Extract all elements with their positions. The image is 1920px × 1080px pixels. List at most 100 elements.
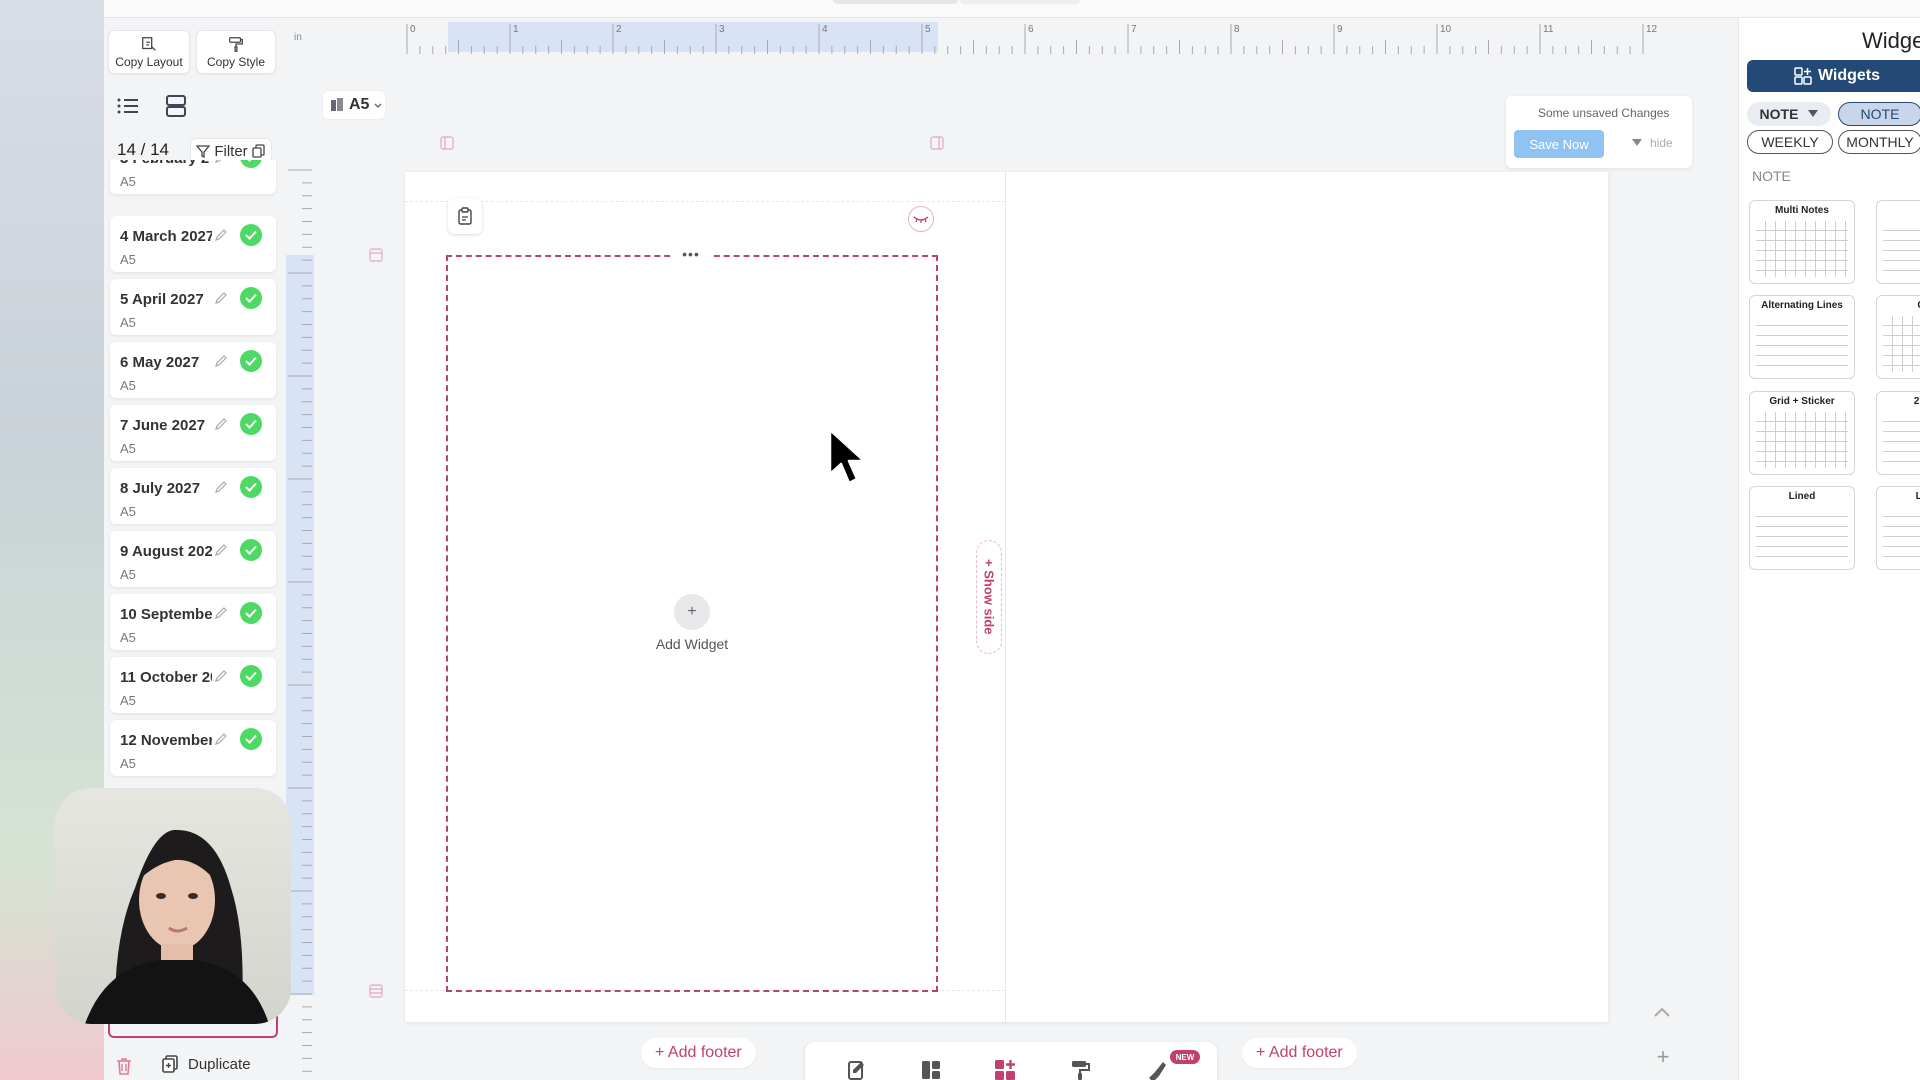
page-card[interactable]: 5 April 2027 A5 (110, 279, 276, 335)
list-icon (117, 98, 138, 114)
column-right-icon (930, 136, 944, 150)
paste-button[interactable] (448, 198, 482, 234)
save-now-button[interactable]: Save Now (1514, 130, 1604, 158)
header-layout-icon (369, 248, 383, 262)
copy-layout-icon (142, 37, 156, 51)
unsaved-changes-text: Some unsaved Changes (1538, 106, 1670, 120)
check-icon (240, 350, 262, 372)
add-page-button[interactable]: + (1652, 1044, 1674, 1069)
pencil-icon[interactable] (214, 291, 228, 305)
page-card[interactable]: 8 July 2027 A5 (110, 468, 276, 524)
hide-header-button[interactable] (908, 206, 934, 232)
delete-page-button[interactable] (114, 1056, 134, 1076)
widget-template-card[interactable]: Grap (1876, 295, 1920, 379)
horizontal-ruler: 0 1 2 3 4 5 6 7 8 9 10 11 12 (406, 24, 1658, 54)
pencil-icon[interactable] (214, 354, 228, 368)
webcam-overlay (55, 788, 291, 1024)
category-select[interactable]: NOTE (1747, 102, 1831, 126)
page-card[interactable]: 4 March 2027 A5 (110, 216, 276, 272)
scroll-up-button[interactable] (1650, 1000, 1674, 1024)
page-card-name: 7 June 2027 (120, 417, 206, 434)
left-column-toggle[interactable] (436, 132, 458, 154)
page-card[interactable]: 11 October 2027 A5 (110, 657, 276, 713)
copy-layout-button[interactable]: Copy Layout (108, 30, 190, 74)
pencil-icon[interactable] (214, 669, 228, 683)
pencil-icon[interactable] (214, 417, 228, 431)
widget-template-card[interactable]: Lined (1876, 486, 1920, 570)
sticker-icon[interactable] (1145, 1058, 1169, 1080)
widgets-tab[interactable]: Widgets (1747, 60, 1920, 92)
show-side-label: + Show side (981, 559, 997, 635)
ruler-label: 0 (410, 24, 416, 35)
page-card-size: A5 (120, 630, 136, 645)
layout-icon[interactable] (919, 1058, 943, 1080)
chip-monthly[interactable]: MONTHLY (1838, 130, 1920, 154)
pencil-icon[interactable] (214, 160, 228, 164)
widget-template-card[interactable]: B (1876, 200, 1920, 284)
widget-preview (1756, 507, 1848, 563)
widget-template-card[interactable]: Lined (1749, 486, 1855, 570)
pencil-icon[interactable] (214, 228, 228, 242)
footer-area[interactable] (405, 990, 1005, 1022)
widget-template-card[interactable]: 2 Colu (1876, 391, 1920, 475)
page-card[interactable]: 6 May 2027 A5 (110, 342, 276, 398)
add-footer-button[interactable]: + Add footer (1242, 1038, 1357, 1068)
chip-weekly[interactable]: WEEKLY (1747, 130, 1833, 154)
top-tab[interactable] (960, 0, 1080, 4)
add-footer-button[interactable]: + Add footer (641, 1038, 756, 1068)
widget-template-card[interactable]: Multi Notes (1749, 200, 1855, 284)
page-card-name: 3 February 2 (120, 160, 212, 167)
copy-style-label: Copy Style (206, 55, 266, 69)
mouse-cursor (828, 428, 866, 485)
page-card-size: A5 (120, 567, 136, 582)
pencil-icon[interactable] (214, 480, 228, 494)
card-view-button[interactable] (160, 90, 192, 122)
page-card-name: 10 September (120, 606, 212, 623)
show-side-button[interactable]: + Show side (976, 540, 1002, 654)
paint-roller-icon[interactable] (1069, 1058, 1093, 1080)
footer-toggle[interactable] (365, 980, 387, 1002)
page-card[interactable]: 3 February 2 A5 (110, 160, 276, 194)
edit-page-icon[interactable] (845, 1058, 869, 1080)
ruler-label: 9 (1337, 24, 1343, 35)
header-area[interactable] (405, 172, 1005, 202)
page-card[interactable]: 7 June 2027 A5 (110, 405, 276, 461)
widget-template-card[interactable]: Alternating Lines (1749, 295, 1855, 379)
copy-style-button[interactable]: Copy Style (196, 30, 276, 74)
list-view-button[interactable] (112, 90, 144, 122)
page-size-select[interactable]: A5 (322, 90, 386, 120)
top-tab[interactable] (833, 0, 958, 4)
plus-icon: + (687, 603, 697, 620)
document-icon (331, 98, 343, 111)
widget-preview (1883, 221, 1920, 277)
chip-note[interactable]: NOTE (1838, 102, 1920, 126)
column-left-icon (440, 136, 454, 150)
right-column-toggle[interactable] (926, 132, 948, 154)
page-card-name: 4 March 2027 (120, 228, 212, 245)
check-icon (240, 539, 262, 561)
page-card[interactable]: 9 August 2027 A5 (110, 531, 276, 587)
widget-template-label: 2 Colu (1913, 396, 1920, 407)
area-options-handle[interactable]: ••• (670, 244, 712, 264)
pencil-icon[interactable] (214, 543, 228, 557)
page-card[interactable]: 10 September A5 (110, 594, 276, 650)
plus-icon: + (1656, 1044, 1670, 1069)
duplicate-page-button[interactable]: Duplicate (160, 1054, 251, 1074)
hide-toggle[interactable]: hide (1632, 136, 1673, 150)
widget-preview (1883, 412, 1920, 468)
page-divider (1005, 172, 1006, 1022)
check-icon (240, 665, 262, 687)
header-toggle[interactable] (365, 244, 387, 266)
page-card[interactable]: 12 November A5 (110, 720, 276, 776)
add-widget-button[interactable]: + (674, 594, 710, 630)
widgets-icon[interactable] (993, 1058, 1017, 1080)
caret-down-icon (1632, 139, 1642, 146)
layout-rows-icon (166, 95, 186, 117)
pencil-icon[interactable] (214, 732, 228, 746)
widget-template-card[interactable]: Grid + Sticker (1749, 391, 1855, 475)
check-icon (240, 287, 262, 309)
ruler-label: 3 (719, 24, 725, 35)
hide-label: hide (1650, 136, 1673, 150)
pencil-icon[interactable] (214, 606, 228, 620)
copy-icon (252, 144, 265, 158)
